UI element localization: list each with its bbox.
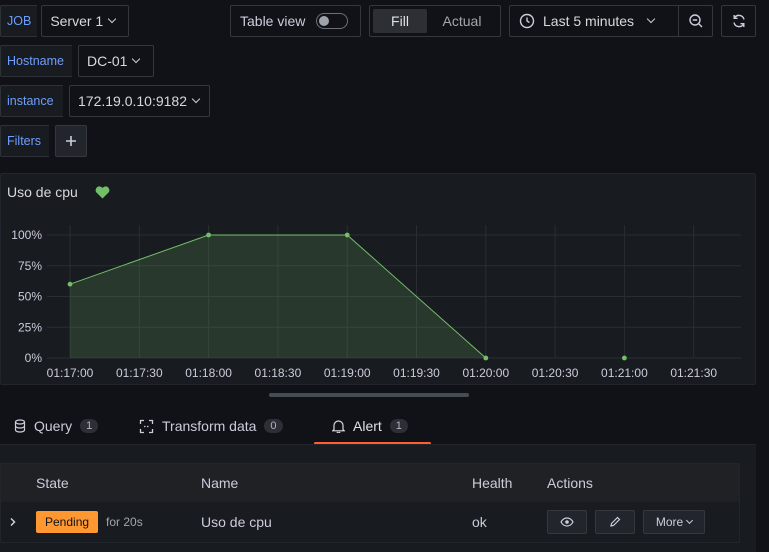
instance-select-value: 172.19.0.10:9182: [78, 93, 187, 109]
y-tick-label: 25%: [18, 320, 42, 334]
x-tick-label: 01:20:30: [532, 366, 579, 380]
panel-resize-handle[interactable]: [269, 393, 469, 397]
tab-transform-data[interactable]: Transform data 0: [139, 408, 283, 444]
more-label: More: [655, 515, 684, 529]
header-actions: Actions: [547, 475, 593, 491]
x-tick-label: 01:19:30: [393, 366, 440, 380]
actual-button[interactable]: Actual: [427, 9, 497, 33]
table-header: State Name Health Actions: [1, 464, 739, 502]
tab-alert[interactable]: Alert 1: [314, 408, 431, 445]
eye-icon: [560, 517, 574, 527]
chevron-right-icon: [10, 517, 16, 527]
chevron-down-icon: [132, 54, 141, 64]
zoom-out-icon: [688, 14, 702, 28]
state-cell: Pending for 20s: [36, 502, 143, 542]
zoom-out-button[interactable]: [678, 5, 713, 37]
y-tick-label: 100%: [11, 228, 42, 242]
tab-transform-label: Transform data: [162, 418, 257, 434]
data-point: [206, 232, 212, 238]
state-duration: for 20s: [106, 515, 143, 529]
x-tick-label: 01:17:00: [47, 366, 94, 380]
rule-health: ok: [472, 514, 487, 530]
hostname-select[interactable]: DC-01: [78, 45, 154, 77]
cpu-panel: Uso de cpu 0% 25% 50% 75% 100% 01:17:00 01:17:…: [0, 173, 756, 385]
instance-select[interactable]: 172.19.0.10:9182: [69, 85, 210, 117]
table-view-label: Table view: [240, 13, 306, 29]
variable-label-job: JOB: [0, 5, 38, 37]
x-tick-label: 01:18:00: [185, 366, 232, 380]
tab-alert-count: 1: [389, 419, 408, 433]
plus-icon: [66, 136, 76, 146]
variable-hostname: Hostname DC-01: [0, 45, 154, 77]
actions-cell: More: [547, 502, 705, 542]
header-state: State: [36, 475, 69, 491]
pencil-icon: [610, 516, 621, 527]
data-point: [622, 355, 627, 361]
clock-icon: [519, 13, 535, 29]
toggle-switch[interactable]: [316, 13, 349, 29]
chevron-down-icon: [686, 516, 694, 525]
chevron-down-icon: [191, 94, 201, 104]
x-tick-label: 01:18:30: [255, 366, 302, 380]
variable-label-instance: instance: [0, 85, 63, 117]
fill-button[interactable]: Fill: [373, 9, 427, 33]
add-filter-button[interactable]: [55, 125, 87, 157]
y-tick-label: 0%: [25, 351, 43, 365]
tab-query-count: 1: [80, 419, 99, 433]
time-range-label: Last 5 minutes: [543, 13, 635, 29]
time-picker[interactable]: Last 5 minutes: [509, 5, 679, 37]
y-tick-label: 75%: [18, 259, 42, 273]
table-row: Pending for 20s Uso de cpu ok More: [1, 502, 739, 542]
data-point: [483, 355, 489, 361]
x-tick-label: 01:21:30: [670, 366, 717, 380]
x-tick-label: 01:21:00: [601, 366, 648, 380]
chevron-down-icon: [646, 14, 656, 24]
alert-rules-table: State Name Health Actions Pending for 20…: [0, 463, 740, 543]
expand-row-button[interactable]: [9, 502, 17, 542]
data-point: [344, 232, 350, 238]
variable-job: JOB Server 1: [0, 5, 130, 37]
variable-filters: Filters: [0, 125, 87, 157]
view-rule-button[interactable]: [547, 510, 587, 534]
variable-label-hostname: Hostname: [0, 45, 72, 77]
toggle-knob: [319, 16, 330, 26]
table-view-toggle[interactable]: Table view: [230, 5, 361, 37]
refresh-icon: [732, 14, 745, 28]
tab-alert-label: Alert: [353, 418, 382, 434]
x-tick-label: 01:19:00: [324, 366, 371, 380]
alert-rules-panel: State Name Health Actions Pending for 20…: [0, 444, 756, 552]
status-badge: Pending: [36, 511, 99, 533]
tab-transform-count: 0: [264, 419, 283, 433]
data-point: [67, 281, 73, 287]
chevron-down-icon: [107, 14, 117, 24]
editor-tabs: Query 1 Transform data 0 Alert 1: [0, 408, 756, 445]
transform-icon: [139, 419, 154, 433]
x-tick-label: 01:17:30: [116, 366, 163, 380]
tab-query-label: Query: [34, 418, 73, 434]
variable-instance: instance 172.19.0.10:9182: [0, 85, 210, 117]
cpu-chart: 0% 25% 50% 75% 100% 01:17:00 01:17:30 01:18:00 0…: [11, 225, 741, 380]
tab-query[interactable]: Query 1: [14, 408, 99, 444]
edit-rule-button[interactable]: [595, 510, 635, 534]
bell-icon: [332, 420, 345, 433]
fill-actual-group: Fill Actual: [369, 5, 501, 37]
hostname-select-value: DC-01: [87, 53, 128, 69]
job-select[interactable]: Server 1: [41, 5, 130, 37]
variable-label-filters: Filters: [0, 125, 49, 157]
header-health: Health: [472, 475, 513, 491]
job-select-value: Server 1: [50, 13, 104, 29]
rule-name: Uso de cpu: [201, 514, 272, 530]
refresh-button[interactable]: [721, 5, 756, 37]
x-tick-label: 01:20:00: [462, 366, 509, 380]
more-actions-button[interactable]: More: [643, 510, 705, 534]
database-icon: [14, 419, 26, 433]
header-name: Name: [201, 475, 239, 491]
y-tick-label: 50%: [18, 290, 42, 304]
